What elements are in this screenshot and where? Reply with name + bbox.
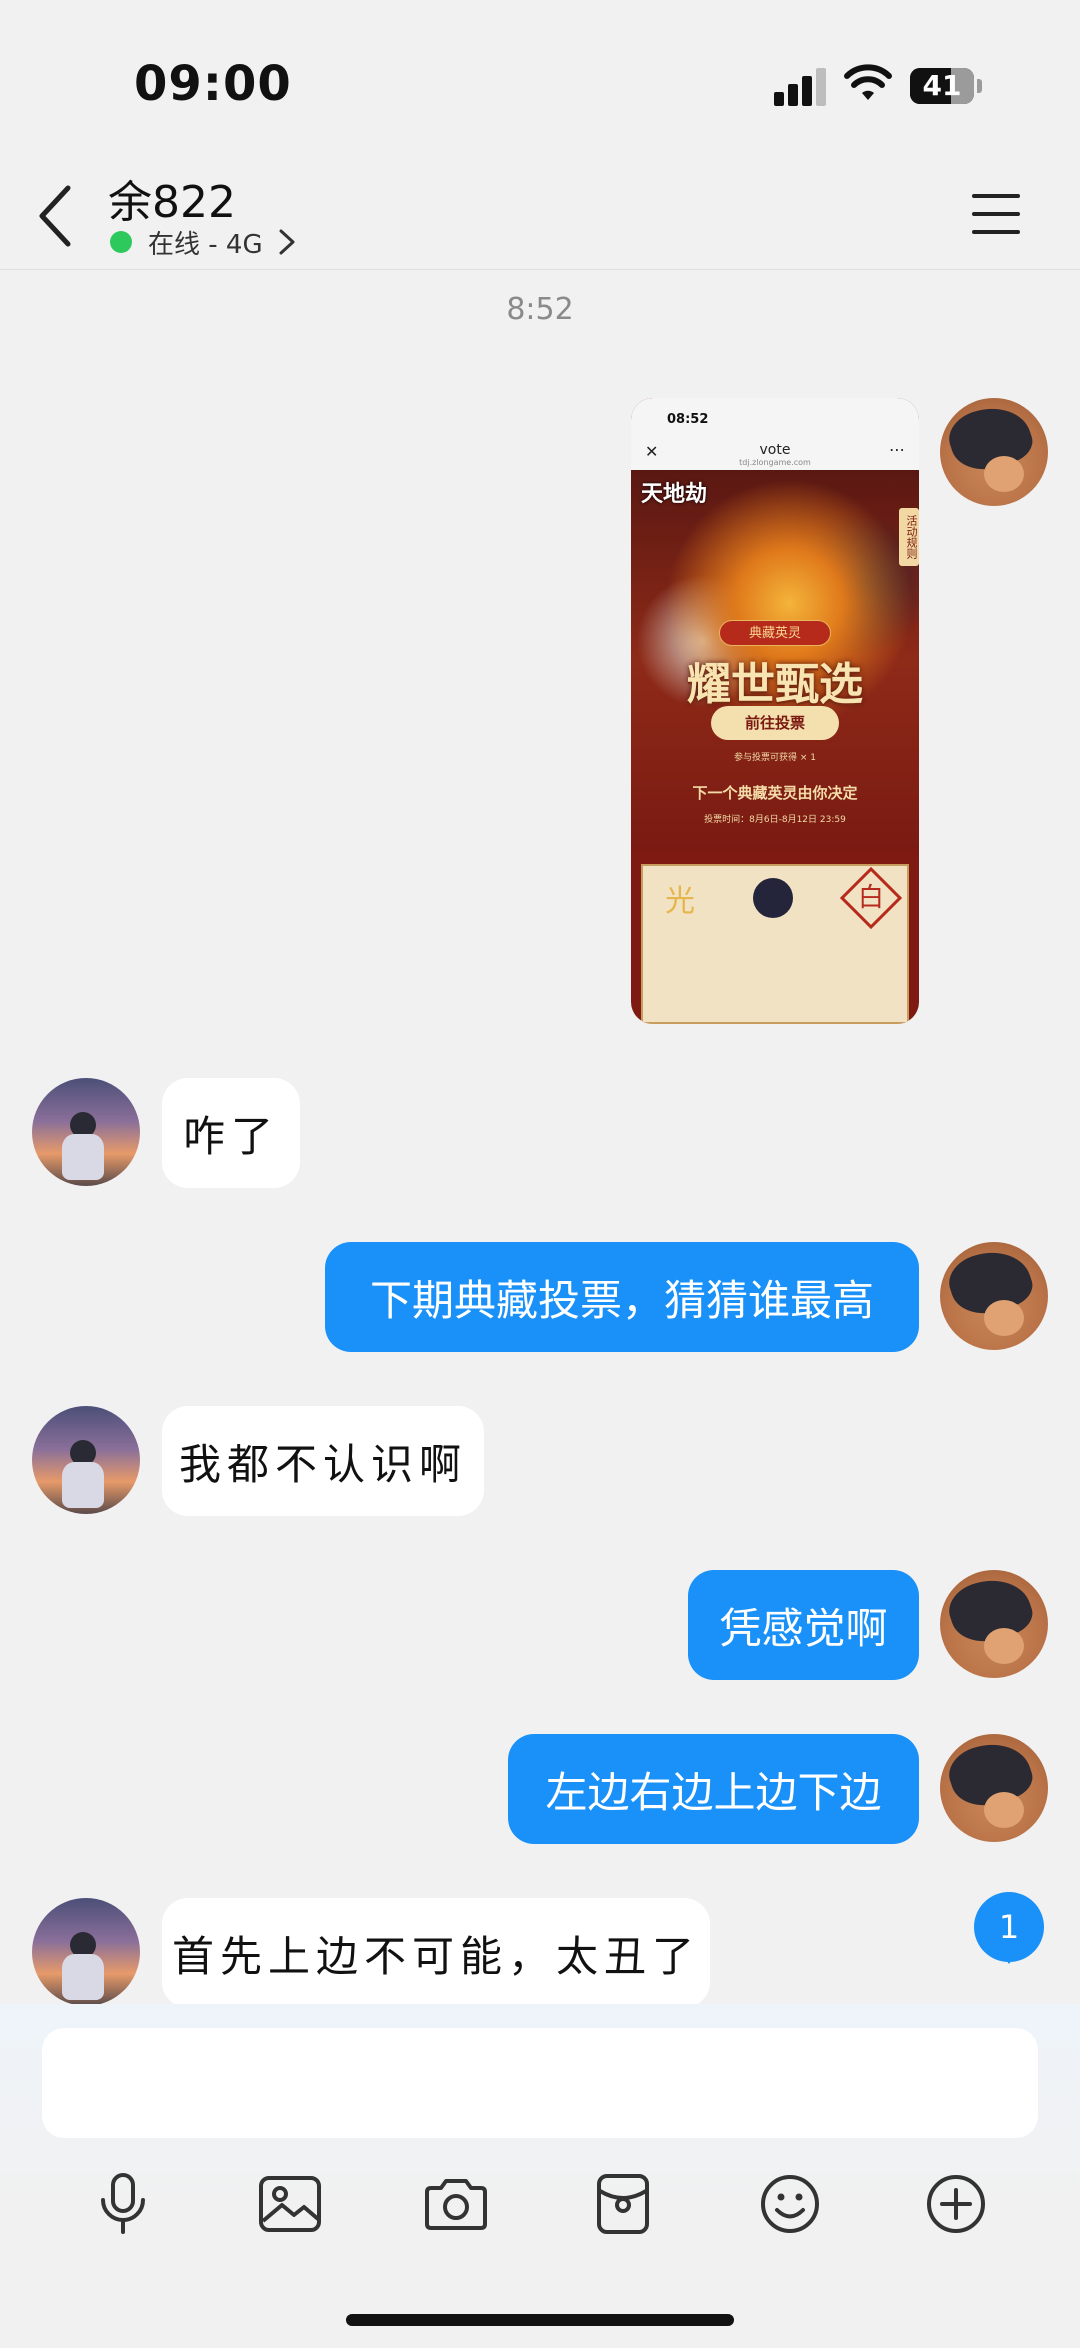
- chat-header: 余822 在线 - 4G: [0, 160, 1080, 270]
- home-indicator[interactable]: [346, 2314, 734, 2326]
- candidate-panel: 光 白: [641, 864, 909, 1024]
- vote-button-image: 前往投票: [711, 706, 839, 740]
- contact-avatar[interactable]: [32, 1898, 140, 2006]
- microphone-icon: [101, 2173, 145, 2234]
- microphone-button[interactable]: [83, 2164, 163, 2244]
- battery-level: 41: [922, 69, 962, 102]
- unread-badge[interactable]: 1: [974, 1892, 1044, 1964]
- contact-avatar[interactable]: [32, 1406, 140, 1514]
- emoji-button[interactable]: [750, 2164, 830, 2244]
- battery-icon: 41: [910, 68, 974, 104]
- image-icon: [259, 2176, 321, 2232]
- message-input[interactable]: [42, 2028, 1038, 2138]
- candidate-right-label: 白: [839, 866, 903, 930]
- online-status-text: 在线 - 4G: [148, 229, 263, 260]
- status-time: 09:00: [134, 56, 292, 112]
- vote-time: 投票时间：8月6日-8月12日 23:59: [704, 815, 846, 825]
- camera-icon: [425, 2179, 487, 2230]
- next-text: 下一个典藏英灵由你决定: [692, 784, 858, 802]
- message-bubble-out[interactable]: 凭感觉啊: [688, 1570, 919, 1680]
- back-button[interactable]: [28, 180, 88, 252]
- candidate-left-label: 光: [665, 884, 695, 919]
- plus-icon: [927, 2175, 985, 2233]
- cellular-signal-icon: [774, 66, 826, 106]
- chat-timestamp: 8:52: [506, 292, 574, 327]
- rules-tag: 活动规则: [899, 508, 919, 566]
- image-message[interactable]: 08:52 ✕ vote tdj.zlongame.com ⋯ 天地劫 活动规则…: [631, 398, 919, 1024]
- message-bubble-out[interactable]: 下期典藏投票，猜猜谁最高: [325, 1242, 919, 1352]
- message-bubble-out[interactable]: 左边右边上边下边: [508, 1734, 919, 1844]
- contact-name[interactable]: 余822: [108, 166, 236, 230]
- self-avatar[interactable]: [940, 398, 1048, 506]
- character-figure: [753, 878, 793, 918]
- message-bubble-in[interactable]: 首先上边不可能，太丑了: [162, 1898, 710, 2008]
- input-area: [0, 2004, 1080, 2348]
- candidate-right-text: 白: [857, 882, 885, 913]
- contact-avatar[interactable]: [32, 1078, 140, 1186]
- screenshot-page-title: vote: [759, 442, 791, 458]
- event-headline: 耀世甄选: [687, 659, 863, 710]
- plus-button[interactable]: [916, 2164, 996, 2244]
- game-logo: 天地劫: [641, 481, 708, 507]
- screenshot-time: 08:52: [667, 412, 709, 427]
- wifi-icon: [844, 64, 892, 100]
- image-button[interactable]: [250, 2164, 330, 2244]
- red-packet-button[interactable]: [583, 2164, 663, 2244]
- message-bubble-in[interactable]: 我都不认识啊: [162, 1406, 484, 1516]
- screenshot-page-url: tdj.zlongame.com: [739, 458, 811, 467]
- camera-button[interactable]: [416, 2164, 496, 2244]
- self-avatar[interactable]: [940, 1242, 1048, 1350]
- message-bubble-in[interactable]: 咋了: [162, 1078, 300, 1188]
- ribbon-label: 典藏英灵: [719, 620, 831, 646]
- red-packet-icon: [597, 2174, 649, 2234]
- more-icon: ⋯: [889, 440, 905, 459]
- online-dot-icon: [110, 231, 132, 253]
- battery-tip: [977, 79, 982, 93]
- menu-button[interactable]: [970, 188, 1026, 240]
- input-toolbar: [0, 2164, 1080, 2244]
- status-bar: 09:00 41: [0, 0, 1080, 160]
- emoji-icon: [761, 2175, 819, 2233]
- reward-text: 参与投票可获得 × 1: [734, 753, 816, 763]
- self-avatar[interactable]: [940, 1734, 1048, 1842]
- chevron-right-icon: [279, 229, 295, 255]
- self-avatar[interactable]: [940, 1570, 1048, 1678]
- online-status[interactable]: 在线 - 4G: [110, 224, 299, 260]
